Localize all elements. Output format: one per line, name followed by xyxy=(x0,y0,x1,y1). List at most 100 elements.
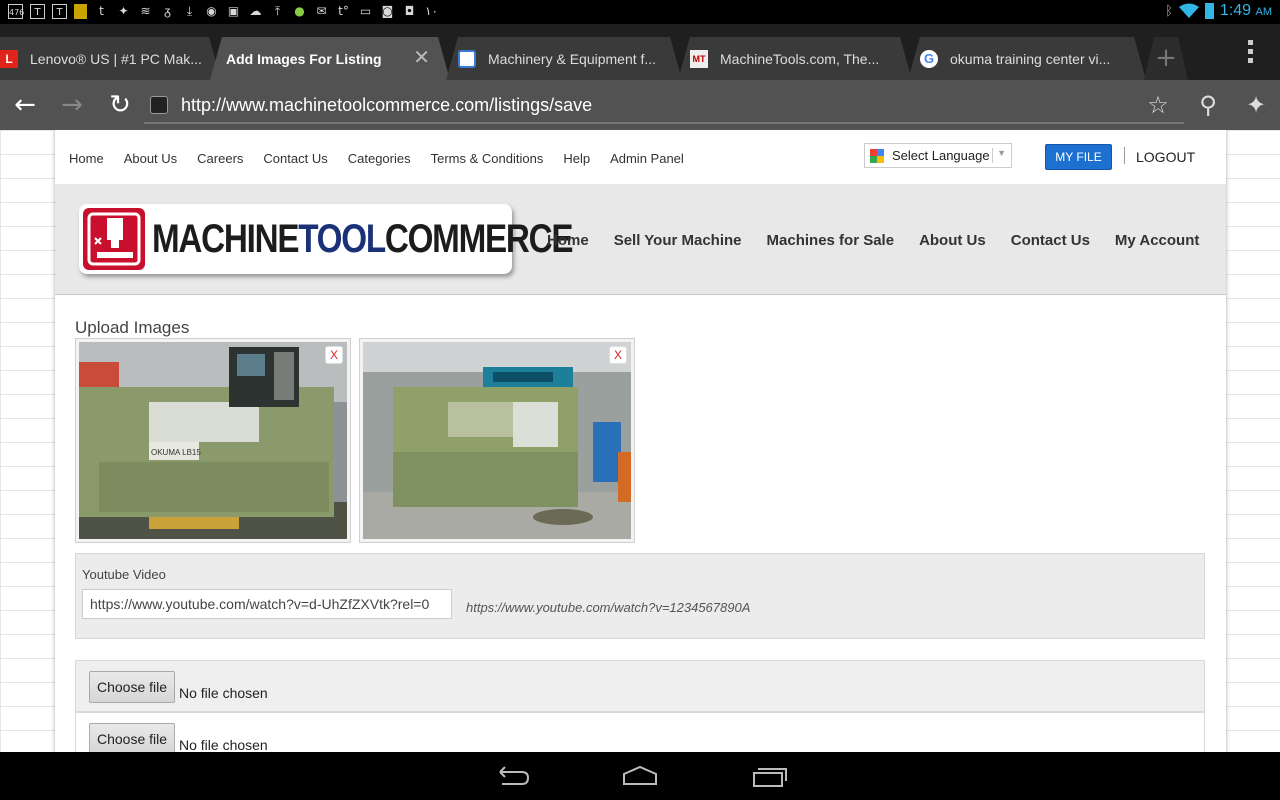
topnav-home[interactable]: Home xyxy=(69,151,104,166)
back-arrow-icon[interactable]: ← xyxy=(10,90,40,120)
apple-icon: ● xyxy=(294,4,305,18)
clock: 1:49 AM xyxy=(1219,2,1272,19)
file-status-text: No file chosen xyxy=(179,737,268,752)
mainnav-about-us[interactable]: About Us xyxy=(919,232,986,249)
logout-link[interactable]: LOGOUT xyxy=(1136,149,1195,165)
topnav-admin-panel[interactable]: Admin Panel xyxy=(610,151,684,166)
file-input-row: Choose file No file chosen xyxy=(75,712,1205,752)
topnav-help[interactable]: Help xyxy=(563,151,590,166)
bookmarks-icon[interactable]: ✦ xyxy=(1243,92,1269,118)
t-icon: T xyxy=(52,4,67,19)
g-icon: ◙ xyxy=(381,4,394,18)
top-nav: Home About Us Careers Contact Us Categor… xyxy=(55,130,1226,184)
upload-icon: ⤒ xyxy=(274,4,281,18)
mainnav-my-account[interactable]: My Account xyxy=(1115,232,1199,249)
site-logo[interactable]: MACHINETOOLCOMMERCE xyxy=(79,204,573,274)
machine-photo-2: X xyxy=(363,342,631,539)
topnav-careers[interactable]: Careers xyxy=(197,151,243,166)
tab-add-images[interactable]: Add Images For Listing ✕ xyxy=(210,37,450,80)
app-476-icon: 476 xyxy=(8,4,24,19)
back-icon[interactable] xyxy=(492,764,532,788)
bluetooth-icon: ᛒ xyxy=(1165,3,1173,19)
google-translate-icon xyxy=(870,149,884,163)
t-icon: T xyxy=(30,4,45,19)
topnav-terms[interactable]: Terms & Conditions xyxy=(431,151,544,166)
tab-title: Add Images For Listing xyxy=(226,50,382,67)
notification-icons: 476 T T t ✦ ≋ ᵹ ⤓ ◉ ▣ ☁ ⤒ ● ✉ t° ▭ ◙ ◘ ١… xyxy=(8,4,439,19)
page-container: Home About Us Careers Contact Us Categor… xyxy=(55,130,1226,752)
cloud-icon: ☁ xyxy=(249,4,262,18)
topnav-contact-us[interactable]: Contact Us xyxy=(263,151,327,166)
uploaded-image-thumb: OKUMA LB15 X xyxy=(75,338,351,543)
forward-arrow-icon[interactable]: → xyxy=(57,90,87,120)
chevron-down-icon: ▼ xyxy=(992,148,1006,163)
choose-file-button[interactable]: Choose file xyxy=(89,723,175,752)
youtube-video-section: Youtube Video https://www.youtube.com/wa… xyxy=(75,553,1205,639)
arabic-10-icon: ١٠ xyxy=(425,4,438,18)
mainnav-machines-for-sale[interactable]: Machines for Sale xyxy=(767,232,895,249)
divider xyxy=(1124,147,1125,164)
tab-machinetools[interactable]: MT MachineTools.com, The... xyxy=(678,37,912,80)
wifi-icon xyxy=(1178,3,1199,18)
topnav-categories[interactable]: Categories xyxy=(348,151,411,166)
browser-toolbar: ← → ↻ http://www.machinetoolcommerce.com… xyxy=(0,80,1280,130)
google-icon: G xyxy=(920,50,938,68)
mail-icon: ✉ xyxy=(316,4,327,18)
uploaded-image-thumb: X xyxy=(359,338,635,543)
feather-icon: ≋ xyxy=(140,4,151,18)
my-file-button[interactable]: MY FILE xyxy=(1045,144,1112,170)
main-nav: Home Sell Your Machine Machines for Sale… xyxy=(547,232,1224,249)
remove-image-button[interactable]: X xyxy=(609,346,627,364)
bag-icon: ◘ xyxy=(404,4,415,18)
tab-google-search[interactable]: G okuma training center vi... xyxy=(908,37,1146,80)
site-info-icon[interactable] xyxy=(150,96,168,114)
clock-icon: ◉ xyxy=(206,4,217,18)
site-header: MACHINETOOLCOMMERCE Home Sell Your Machi… xyxy=(55,184,1226,295)
url-text[interactable]: http://www.machinetoolcommerce.com/listi… xyxy=(181,95,592,116)
search-icon[interactable]: ⚲ xyxy=(1195,92,1221,118)
mainnav-sell-your-machine[interactable]: Sell Your Machine xyxy=(614,232,742,249)
bookmark-star-icon[interactable]: ☆ xyxy=(1145,92,1171,118)
home-icon[interactable] xyxy=(620,764,660,788)
mt-icon: MT xyxy=(690,50,708,68)
recent-apps-icon[interactable] xyxy=(750,764,790,788)
machine-photo-1: OKUMA LB15 X xyxy=(79,342,347,539)
mainnav-home[interactable]: Home xyxy=(547,232,589,249)
file-status-text: No file chosen xyxy=(179,685,268,701)
tab-strip: L Lenovo® US | #1 PC Mak... Add Images F… xyxy=(0,24,1280,80)
new-tab-button[interactable]: + xyxy=(1144,37,1188,80)
file-icon xyxy=(74,4,87,19)
remove-image-button[interactable]: X xyxy=(325,346,343,364)
image-icon: ▣ xyxy=(227,4,240,18)
lenovo-icon: L xyxy=(0,50,18,68)
address-bar[interactable]: http://www.machinetoolcommerce.com/listi… xyxy=(144,90,1184,124)
android-status-bar: 476 T T t ✦ ≋ ᵹ ⤓ ◉ ▣ ☁ ⤒ ● ✉ t° ▭ ◙ ◘ ١… xyxy=(0,0,1280,24)
youtube-url-input[interactable]: https://www.youtube.com/watch?v=d-UhZfZX… xyxy=(82,589,452,619)
machine-logo-icon xyxy=(83,208,145,270)
android-nav-bar xyxy=(0,752,1280,800)
battery-icon xyxy=(1204,3,1214,19)
topnav-about-us[interactable]: About Us xyxy=(124,151,177,166)
overflow-menu-icon[interactable] xyxy=(1248,40,1254,67)
machine-nameplate: OKUMA LB15 xyxy=(151,448,201,457)
tv-icon: ▭ xyxy=(359,4,372,18)
logo-wordmark: MACHINETOOLCOMMERCE xyxy=(152,217,573,261)
mainnav-contact-us[interactable]: Contact Us xyxy=(1011,232,1090,249)
reload-icon[interactable]: ↻ xyxy=(105,90,135,120)
choose-file-button[interactable]: Choose file xyxy=(89,671,175,703)
tumblr-icon: t xyxy=(99,4,104,18)
youtube-video-label: Youtube Video xyxy=(82,567,166,582)
tab-lenovo[interactable]: L Lenovo® US | #1 PC Mak... xyxy=(0,37,221,80)
tab-title: MachineTools.com, The... xyxy=(720,50,880,67)
twitter-icon: ✦ xyxy=(118,4,129,18)
language-select[interactable]: Select Language ▼ xyxy=(864,143,1012,168)
tab-title: okuma training center vi... xyxy=(950,50,1111,67)
close-tab-icon[interactable]: ✕ xyxy=(413,49,430,67)
tab-title: Lenovo® US | #1 PC Mak... xyxy=(30,50,202,67)
download-icon: ⤓ xyxy=(186,4,193,18)
page-viewport: Home About Us Careers Contact Us Categor… xyxy=(0,130,1280,752)
language-select-label: Select Language xyxy=(892,148,990,163)
upload-form: Upload Images OKUMA LB15 X X Youtube Vid… xyxy=(75,318,1205,752)
youtube-url-hint: https://www.youtube.com/watch?v=12345678… xyxy=(466,600,751,615)
tab-machinery[interactable]: Machinery & Equipment f... xyxy=(446,37,682,80)
